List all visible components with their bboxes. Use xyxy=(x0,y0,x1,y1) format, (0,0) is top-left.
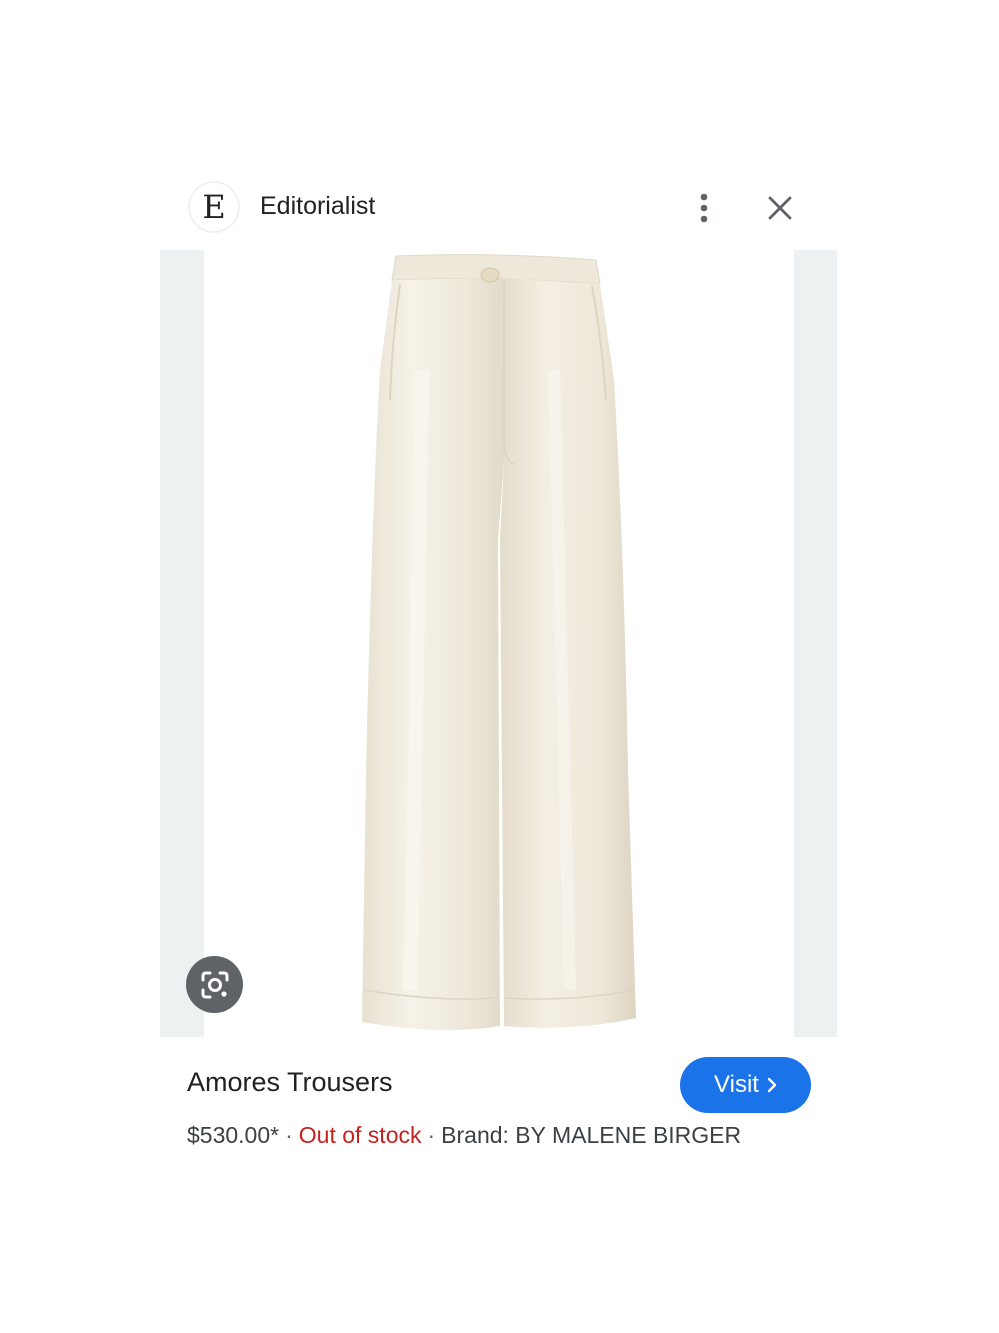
logo-letter: E xyxy=(202,188,226,226)
product-image[interactable] xyxy=(204,250,794,1037)
site-name[interactable]: Editorialist xyxy=(260,192,375,221)
site-logo[interactable]: E xyxy=(188,181,240,233)
more-options-button[interactable] xyxy=(690,186,718,230)
trousers-image xyxy=(362,254,636,1031)
stock-status: Out of stock xyxy=(298,1122,422,1148)
result-header: E Editorialist xyxy=(160,178,837,240)
close-button[interactable] xyxy=(762,188,798,228)
visit-button[interactable]: Visit xyxy=(680,1057,811,1113)
product-meta: $530.00* · Out of stock · Brand: BY MALENE B… xyxy=(187,1122,741,1149)
chevron-right-icon xyxy=(767,1077,777,1093)
close-icon xyxy=(768,196,792,220)
lens-search-button[interactable] xyxy=(186,956,243,1013)
brand: Brand: BY MALENE BIRGER xyxy=(441,1122,742,1148)
separator: · xyxy=(427,1122,436,1148)
product-title[interactable]: Amores Trousers xyxy=(187,1067,393,1098)
visit-label: Visit xyxy=(714,1071,759,1098)
separator: · xyxy=(285,1122,293,1148)
google-lens-icon xyxy=(201,971,228,998)
product-image-frame xyxy=(160,250,837,1037)
price: $530.00* xyxy=(187,1122,280,1148)
more-vert-icon xyxy=(700,193,708,223)
